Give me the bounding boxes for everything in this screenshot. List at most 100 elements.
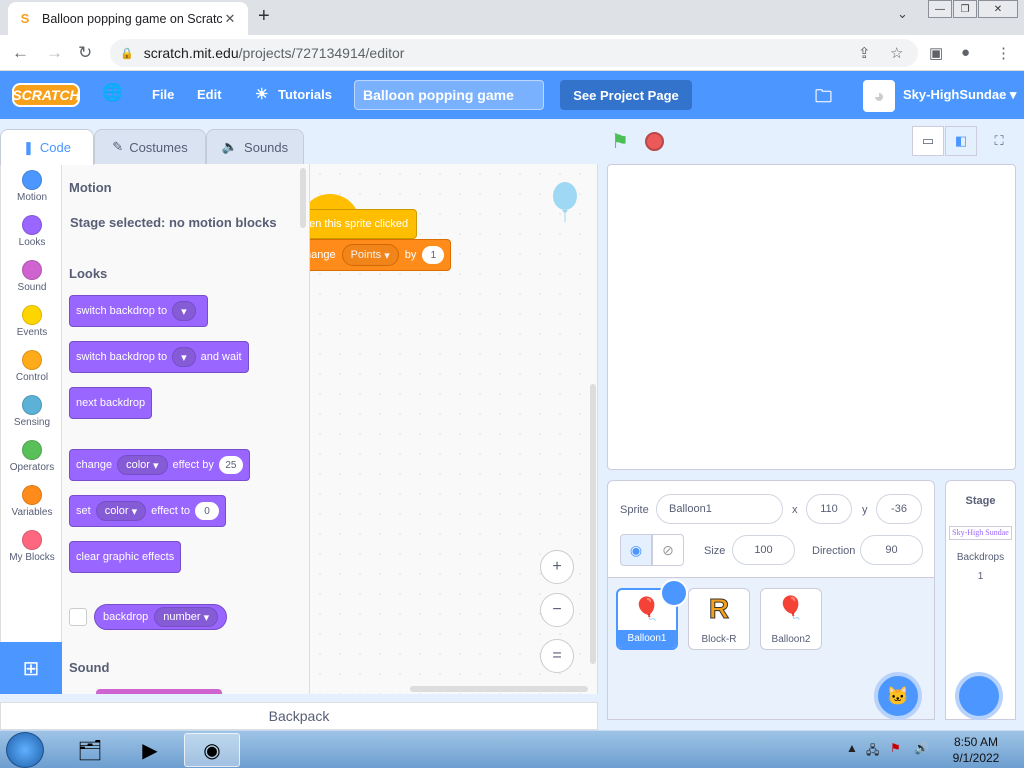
palette-scrollbar[interactable] [300,168,306,228]
switch-backdrop-block[interactable]: switch backdrop to ▾ [69,295,208,327]
browser-tab[interactable]: S Balloon popping game on Scratch ✕ [8,2,248,35]
effect-dropdown[interactable]: color ▾ [95,501,147,521]
backdrop-number-reporter[interactable]: backdrop number ▾ [94,604,228,630]
avatar[interactable]: ◕ [863,80,895,112]
category-control[interactable]: Control [1,350,63,383]
chrome-icon[interactable]: ◉ [184,733,240,767]
category-looks[interactable]: Looks [1,215,63,248]
add-sprite-button[interactable]: 🐱 [874,672,922,720]
edit-menu[interactable]: Edit [197,87,222,102]
add-backdrop-button[interactable] [955,672,1003,720]
project-title-input[interactable]: Balloon popping game [354,80,544,110]
scratch-logo[interactable]: SCRATCH [12,83,80,107]
change-variable-block[interactable]: hange Points ▾ by 1 [310,239,452,271]
username-menu[interactable]: Sky-HighSundae ▾ [903,87,1016,103]
share-icon[interactable]: ⇪ [858,44,871,62]
small-stage-icon[interactable]: ▭ [912,126,944,156]
effect-dropdown[interactable]: color ▾ [117,455,168,475]
sprite-name-input[interactable]: Balloon1 [656,494,783,524]
category-sensing[interactable]: Sensing [1,395,63,428]
delete-sprite-button[interactable] [660,579,688,607]
script-workspace[interactable]: hen this sprite clicked hange Points ▾ b… [310,164,598,694]
category-label: Sensing [13,417,51,428]
add-extension-button[interactable]: ⊞ [0,642,62,694]
file-menu[interactable]: File [152,87,174,102]
restore-window-icon[interactable]: ❐ [953,0,977,18]
effect-by-input[interactable]: 25 [218,456,243,474]
variable-dropdown[interactable]: Points ▾ [341,244,399,266]
clear-graphic-effects-block[interactable]: clear graphic effects [69,541,182,573]
back-arrow-icon[interactable]: ← [12,43,29,63]
normal-stage-icon[interactable]: ◧ [945,126,977,156]
tutorials-menu[interactable]: Tutorials [278,87,332,102]
dropdown-value: color [104,505,129,517]
category-sound[interactable]: Sound [1,260,63,293]
category-my-blocks[interactable]: My Blocks [1,530,63,563]
stage-canvas[interactable] [607,164,1016,470]
see-project-page-button[interactable]: See Project Page [560,80,692,110]
change-by-input[interactable]: 1 [422,246,445,264]
tab-code[interactable]: ❚ Code [0,129,94,165]
effect-to-input[interactable]: 0 [195,502,220,520]
media-player-icon[interactable]: ▶ [122,733,178,767]
size-input[interactable]: 100 [732,535,795,565]
green-flag-icon[interactable]: ⚑ [611,129,629,154]
backdrop-dropdown[interactable]: ▾ [172,347,196,367]
zoom-reset-button[interactable]: = [540,639,574,673]
sound-block-partial[interactable] [96,689,222,694]
my-stuff-folder-icon[interactable]: 🗀 [815,84,832,113]
volume-icon[interactable]: 🔊 [914,741,929,755]
backdrop-monitor-checkbox[interactable] [69,608,87,626]
x-input[interactable]: 110 [806,494,852,524]
tab-costumes[interactable]: ✎ Costumes [94,129,206,164]
close-tab-icon[interactable]: ✕ [222,11,238,27]
reload-icon[interactable]: ↻ [78,43,92,63]
category-label: Variables [11,507,53,518]
hide-sprite-icon[interactable]: ⊘ [652,534,684,566]
backpack-bar[interactable]: Backpack [0,702,598,730]
close-window-icon[interactable]: ✕ [978,0,1018,18]
system-clock[interactable]: 8:50 AM 9/1/2022 [940,734,1012,766]
tab-search-chevron-icon[interactable]: ⌄ [897,6,908,22]
y-input[interactable]: -36 [876,494,922,524]
forward-arrow-icon[interactable]: → [46,43,63,63]
set-effect-block[interactable]: set color ▾ effect to 0 [69,495,227,527]
backdrop-dropdown[interactable]: ▾ [172,301,196,321]
number-dropdown[interactable]: number ▾ [154,607,219,627]
tab-sounds[interactable]: 🔈 Sounds [206,129,304,164]
tab-title: Balloon popping game on Scratch [42,11,222,26]
address-bar[interactable]: 🔒 scratch.mit.edu/projects/727134914/edi… [110,39,918,67]
clock-time: 8:50 AM [953,735,999,749]
zoom-in-button[interactable]: + [540,550,574,584]
show-sprite-icon[interactable]: ◉ [620,534,652,566]
category-operators[interactable]: Operators [1,440,63,473]
stop-icon[interactable] [645,132,664,151]
category-variables[interactable]: Variables [1,485,63,518]
profile-icon[interactable]: ● [961,44,970,61]
when-sprite-clicked-block[interactable]: hen this sprite clicked [310,209,418,239]
start-button[interactable] [6,732,44,768]
globe-icon[interactable]: 🌐 [102,83,123,103]
zoom-out-button[interactable]: − [540,593,574,627]
stage-thumbnail[interactable]: Sky-High Sundae [949,526,1012,540]
change-effect-block[interactable]: change color ▾ effect by 25 [69,449,250,481]
sprite-card-balloon2[interactable]: 🎈 Balloon2 [760,588,822,650]
bookmark-star-icon[interactable]: ☆ [890,44,903,62]
file-explorer-icon[interactable]: 🗂 [62,733,118,767]
tray-expand-icon[interactable]: ▲ [846,741,858,755]
sprite-card-block-r[interactable]: R Block-R [688,588,750,650]
category-motion[interactable]: Motion [1,170,63,203]
new-tab-icon[interactable]: + [258,5,270,28]
network-icon[interactable]: 🖧 [866,741,879,762]
minimize-window-icon[interactable]: — [928,0,952,18]
side-panel-icon[interactable]: ▣ [929,44,943,62]
workspace-vertical-scrollbar[interactable] [590,384,596,664]
kebab-menu-icon[interactable]: ⋮ [996,44,1011,62]
next-backdrop-block[interactable]: next backdrop [69,387,153,419]
workspace-horizontal-scrollbar[interactable] [410,686,588,692]
switch-backdrop-wait-block[interactable]: switch backdrop to ▾ and wait [69,341,249,373]
fullscreen-icon[interactable]: ⛶ [983,126,1015,156]
category-events[interactable]: Events [1,305,63,338]
direction-input[interactable]: 90 [860,535,923,565]
flag-alert-icon[interactable]: ⚑ [890,741,901,755]
